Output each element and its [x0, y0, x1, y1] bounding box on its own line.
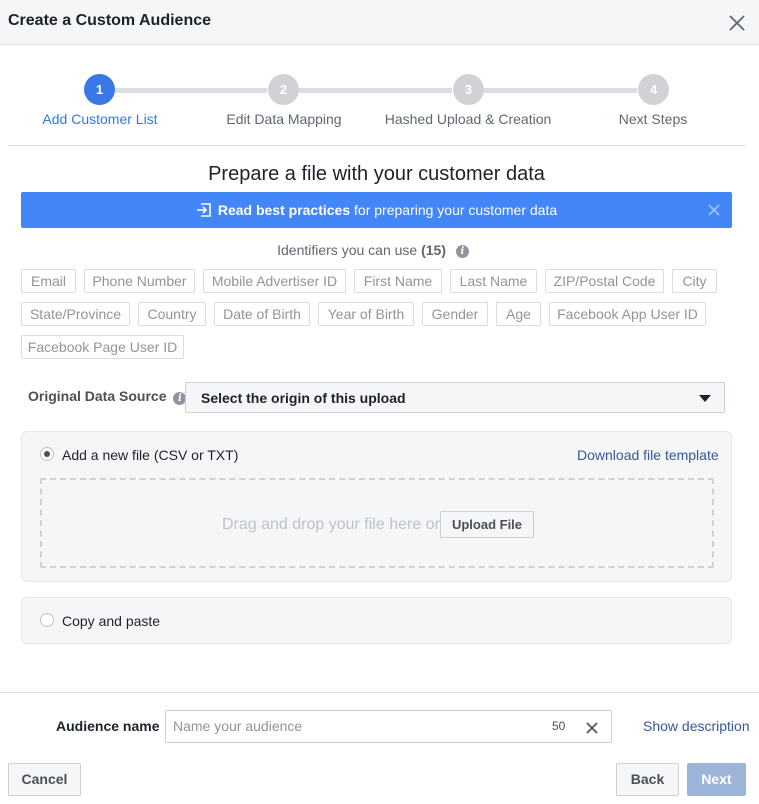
best-practices-banner[interactable]: Read best practices for preparing your c…: [21, 192, 732, 228]
audience-name-label: Audience name: [56, 718, 160, 734]
download-template-link[interactable]: Download file template: [577, 447, 719, 463]
file-dropzone[interactable]: Drag and drop your file here or Upload F…: [40, 478, 714, 568]
dropzone-text: Drag and drop your file here or: [222, 516, 440, 533]
identifier-chip: First Name: [354, 269, 442, 293]
clear-button[interactable]: [573, 710, 612, 743]
back-button[interactable]: Back: [616, 763, 679, 796]
dialog-header: Create a Custom Audience: [0, 0, 759, 45]
audience-name-field[interactable]: 50: [165, 710, 574, 743]
caret-down-icon: [699, 395, 711, 402]
data-source-label: Original Data Source i: [28, 388, 187, 405]
identifier-chip: Phone Number: [84, 269, 195, 293]
data-source-value: Select the origin of this upload: [201, 390, 406, 406]
divider: [0, 692, 759, 693]
copy-paste-radio[interactable]: [40, 613, 54, 627]
step-1-circle: 1: [84, 74, 115, 105]
copy-paste-label[interactable]: Copy and paste: [62, 613, 160, 629]
upload-file-button[interactable]: Upload File: [440, 511, 534, 538]
close-icon[interactable]: [727, 13, 747, 33]
cancel-button[interactable]: Cancel: [8, 763, 81, 796]
identifier-chip: Date of Birth: [214, 302, 310, 326]
audience-name-input[interactable]: [173, 718, 533, 734]
identifiers-heading: Identifiers you can use (15) i: [0, 242, 746, 258]
step-1-label: Add Customer List: [42, 111, 158, 127]
identifier-chip: ZIP/Postal Code: [545, 269, 664, 293]
identifiers-count: (15): [421, 242, 446, 258]
step-connector: [299, 88, 452, 93]
add-file-radio[interactable]: [40, 447, 54, 461]
add-file-label[interactable]: Add a new file (CSV or TXT): [62, 447, 238, 463]
show-description-link[interactable]: Show description: [643, 718, 750, 734]
identifier-chip: Year of Birth: [318, 302, 414, 326]
identifier-chip: Last Name: [450, 269, 537, 293]
info-icon[interactable]: i: [455, 245, 469, 258]
sign-in-icon: [196, 203, 212, 217]
char-count: 50: [552, 719, 566, 733]
identifier-chip: Mobile Advertiser ID: [203, 269, 346, 293]
step-4-label: Next Steps: [618, 111, 688, 127]
data-source-label-text: Original Data Source: [28, 388, 167, 404]
progress-stepper: 1 2 3 4 Add Customer List Edit Data Mapp…: [0, 70, 759, 130]
identifier-chip: Gender: [422, 302, 488, 326]
identifier-chip: Facebook App User ID: [549, 302, 706, 326]
add-file-panel: Add a new file (CSV or TXT) Download fil…: [21, 431, 732, 582]
identifier-chip: Age: [496, 302, 541, 326]
data-source-select[interactable]: Select the origin of this upload: [185, 382, 725, 413]
step-2-circle: 2: [268, 74, 299, 105]
step-connector: [115, 88, 267, 93]
identifier-chip: City: [672, 269, 717, 293]
identifier-chip: Country: [138, 302, 206, 326]
step-4-circle: 4: [638, 74, 669, 105]
identifiers-heading-text: Identifiers you can use: [277, 242, 418, 258]
copy-paste-panel: Copy and paste: [21, 597, 732, 644]
identifier-chip: State/Province: [21, 302, 130, 326]
banner-link[interactable]: Read best practices: [218, 202, 350, 218]
section-title: Prepare a file with your customer data: [208, 163, 545, 185]
step-3-circle: 3: [453, 74, 484, 105]
step-2-label: Edit Data Mapping: [226, 111, 342, 127]
identifier-chip: Facebook Page User ID: [21, 335, 184, 359]
identifier-chip: Email: [21, 269, 76, 293]
step-3-label: Hashed Upload & Creation: [384, 111, 552, 127]
banner-text: for preparing your customer data: [350, 202, 558, 218]
divider: [8, 145, 746, 146]
close-icon: [586, 722, 598, 734]
close-icon[interactable]: [707, 203, 721, 217]
step-connector: [484, 88, 637, 93]
next-button[interactable]: Next: [687, 763, 746, 796]
dialog-title: Create a Custom Audience: [8, 12, 212, 29]
